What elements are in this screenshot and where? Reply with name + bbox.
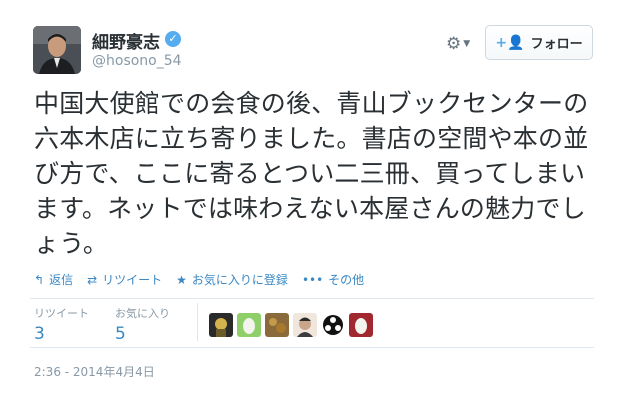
divider xyxy=(197,303,198,341)
chevron-down-icon: ▼ xyxy=(463,39,471,49)
reply-icon: ↰ xyxy=(34,272,45,287)
favoriters-list xyxy=(209,313,373,337)
verified-badge-icon: ✓ xyxy=(165,31,181,47)
more-label: その他 xyxy=(328,273,365,287)
favorite-label: お気に入りに登録 xyxy=(191,273,288,287)
favoriter-avatar[interactable] xyxy=(237,313,261,337)
retweet-stat[interactable]: リツイート 3 xyxy=(34,305,89,344)
favoriter-avatar[interactable] xyxy=(293,313,317,337)
favoriter-avatar[interactable] xyxy=(265,313,289,337)
star-icon: ★ xyxy=(176,272,187,287)
gear-icon: ⚙ xyxy=(446,33,462,54)
favoriter-avatar[interactable] xyxy=(209,313,233,337)
divider xyxy=(30,347,594,348)
reply-button[interactable]: ↰ 返信 xyxy=(34,271,73,288)
follow-label: フォロー xyxy=(530,37,583,52)
favoriter-avatar[interactable] xyxy=(321,313,345,337)
tweet-timestamp[interactable]: 2:36 - 2014年4月4日 xyxy=(34,363,155,380)
tweet-actions: ↰ 返信 ⇄ リツイート ★ お気に入りに登録 ••• その他 xyxy=(34,271,364,288)
follow-user-icon: +👤 xyxy=(495,34,525,51)
avatar[interactable] xyxy=(33,26,81,74)
tweet-text: 中国大使館での会食の後、青山ブックセンターの六本木店に立ち寄りました。書店の空間… xyxy=(34,89,589,258)
retweet-button[interactable]: ⇄ リツイート xyxy=(87,271,162,288)
retweet-count: 3 xyxy=(34,324,45,344)
more-button[interactable]: ••• その他 xyxy=(302,271,364,288)
favorite-stat-label: お気に入り xyxy=(115,307,170,320)
user-handle[interactable]: @hosono_54 xyxy=(92,53,182,69)
more-dots-icon: ••• xyxy=(301,272,324,287)
reply-label: 返信 xyxy=(49,273,74,287)
user-actions-menu[interactable]: ⚙ ▼ xyxy=(446,34,480,54)
divider xyxy=(30,298,594,299)
tweet-card: 細野豪志 ✓ @hosono_54 ⚙ ▼ +👤 フォロー 中国大使館での会食の… xyxy=(0,0,629,413)
retweet-stat-label: リツイート xyxy=(34,307,89,320)
favorite-stat[interactable]: お気に入り 5 xyxy=(115,305,170,344)
favorite-button[interactable]: ★ お気に入りに登録 xyxy=(176,271,288,288)
favoriter-avatar[interactable] xyxy=(349,313,373,337)
retweet-icon: ⇄ xyxy=(87,272,98,287)
follow-button[interactable]: +👤 フォロー xyxy=(485,25,593,60)
favorite-count: 5 xyxy=(115,324,126,344)
display-name[interactable]: 細野豪志 xyxy=(92,28,160,53)
retweet-label: リツイート xyxy=(102,273,163,287)
